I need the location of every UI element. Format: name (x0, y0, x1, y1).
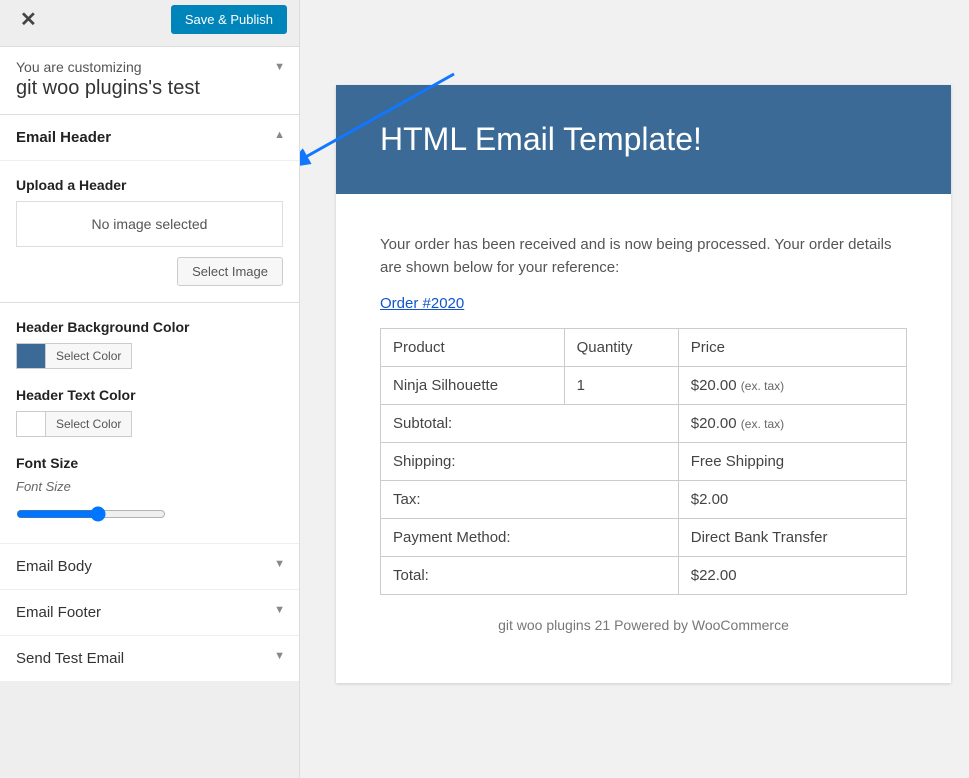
email-intro-text: Your order has been received and is now … (380, 234, 907, 279)
summary-value: $2.00 (678, 481, 906, 519)
bg-color-label: Header Background Color (16, 319, 283, 335)
summary-value: Free Shipping (678, 443, 906, 481)
site-title: git woo plugins's test (16, 77, 283, 100)
table-row: Shipping: Free Shipping (381, 443, 907, 481)
summary-value: $22.00 (678, 557, 906, 595)
accordion-label: Send Test Email (16, 650, 124, 667)
font-size-sub: Font Size (16, 479, 283, 494)
col-quantity: Quantity (564, 329, 678, 367)
accordion-label: Email Footer (16, 604, 101, 621)
order-link[interactable]: Order #2020 (380, 295, 464, 312)
text-color-swatch[interactable] (16, 411, 46, 437)
font-size-slider[interactable] (16, 506, 166, 522)
summary-label: Shipping: (381, 443, 679, 481)
chevron-down-icon: ▼ (274, 650, 285, 662)
chevron-down-icon: ▼ (274, 61, 285, 73)
sidebar-fill (0, 682, 299, 778)
summary-label: Subtotal: (381, 405, 679, 443)
panel-upload-header: Upload a Header No image selected Select… (0, 161, 299, 303)
email-body: Your order has been received and is now … (336, 194, 951, 683)
chevron-down-icon: ▼ (274, 558, 285, 570)
accordion-send-test-email[interactable]: Send Test Email ▼ (0, 636, 299, 682)
customizing-intro: You are customizing (16, 59, 283, 75)
cell-product: Ninja Silhouette (381, 367, 565, 405)
select-image-button[interactable]: Select Image (177, 257, 283, 286)
accordion-label: Email Body (16, 558, 92, 575)
summary-label: Payment Method: (381, 519, 679, 557)
text-color-label: Header Text Color (16, 387, 283, 403)
table-row: Subtotal: $20.00 (ex. tax) (381, 405, 907, 443)
sidebar-topbar: ✕ Save & Publish (0, 0, 299, 47)
annotation-arrow (300, 64, 474, 174)
summary-label: Total: (381, 557, 679, 595)
panel-colors-fonts: Header Background Color Select Color Hea… (0, 303, 299, 543)
email-card: HTML Email Template! Your order has been… (336, 85, 951, 683)
table-row: Tax: $2.00 (381, 481, 907, 519)
font-size-label: Font Size (16, 455, 283, 471)
summary-value: Direct Bank Transfer (678, 519, 906, 557)
preview-pane: HTML Email Template! Your order has been… (300, 0, 969, 778)
summary-label: Tax: (381, 481, 679, 519)
accordion-email-body[interactable]: Email Body ▼ (0, 543, 299, 590)
upload-placeholder[interactable]: No image selected (16, 201, 283, 247)
col-price: Price (678, 329, 906, 367)
save-publish-button[interactable]: Save & Publish (171, 5, 287, 34)
section-title-label: Email Header (16, 129, 111, 146)
bg-color-swatch[interactable] (16, 343, 46, 369)
customizing-header[interactable]: You are customizing git woo plugins's te… (0, 47, 299, 115)
upload-header-label: Upload a Header (16, 177, 283, 193)
table-row: Total: $22.00 (381, 557, 907, 595)
table-row: Payment Method: Direct Bank Transfer (381, 519, 907, 557)
section-email-header[interactable]: Email Header ▲ (0, 115, 299, 161)
table-row: Ninja Silhouette 1 $20.00 (ex. tax) (381, 367, 907, 405)
accordion-email-footer[interactable]: Email Footer ▼ (0, 590, 299, 636)
close-icon[interactable]: ✕ (12, 3, 45, 36)
chevron-down-icon: ▼ (274, 604, 285, 616)
customizer-sidebar: ✕ Save & Publish You are customizing git… (0, 0, 300, 778)
table-header-row: Product Quantity Price (381, 329, 907, 367)
text-select-color-button[interactable]: Select Color (46, 411, 132, 437)
chevron-up-icon: ▲ (274, 129, 285, 141)
cell-price: $20.00 (ex. tax) (678, 367, 906, 405)
email-footer-text: git woo plugins 21 Powered by WooCommerc… (380, 595, 907, 665)
bg-select-color-button[interactable]: Select Color (46, 343, 132, 369)
order-table: Product Quantity Price Ninja Silhouette … (380, 328, 907, 595)
col-product: Product (381, 329, 565, 367)
summary-value: $20.00 (ex. tax) (678, 405, 906, 443)
cell-quantity: 1 (564, 367, 678, 405)
